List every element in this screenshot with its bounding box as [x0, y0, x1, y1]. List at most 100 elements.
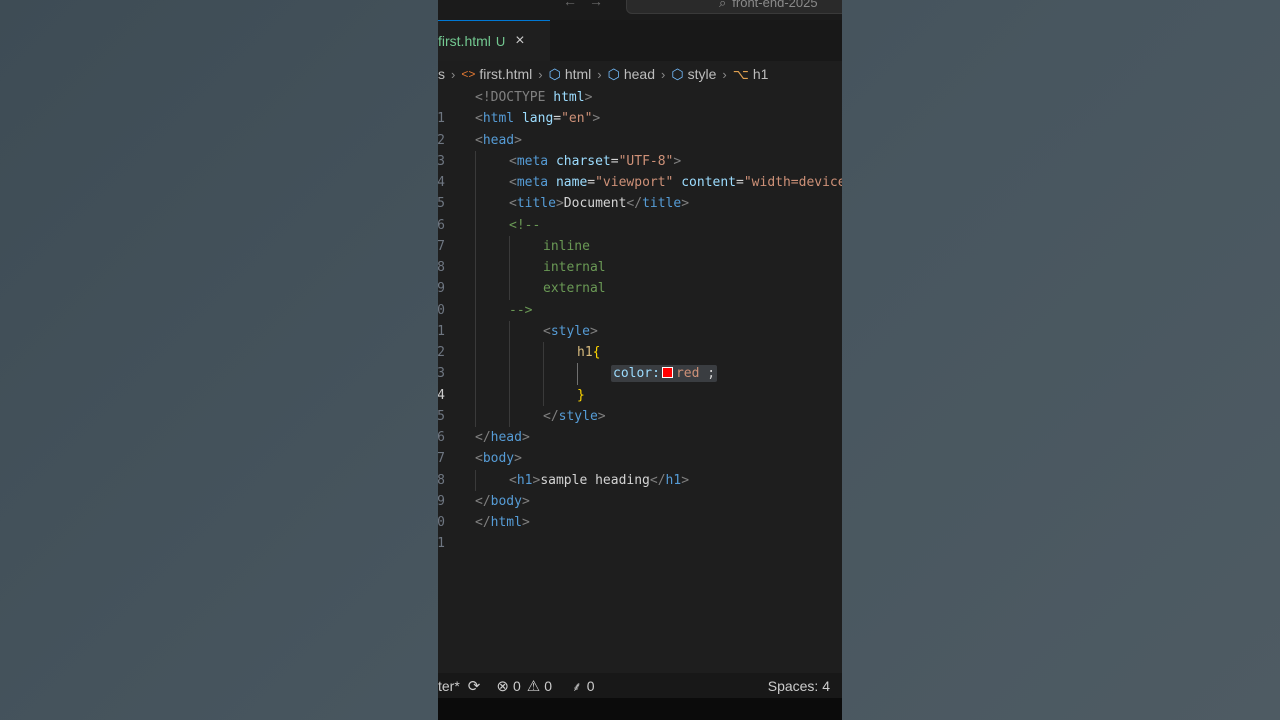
title-bar: ←→ ⌕ front-end-2025 [438, 0, 842, 20]
tag-style: style [550, 323, 590, 339]
code-line: 4 <meta charset="UTF-8"> [438, 150, 842, 190]
tag-body: body [482, 451, 515, 467]
html-file-icon: <> [461, 67, 476, 81]
tag-style-close: style [558, 408, 598, 424]
breadcrumb-file[interactable]: first.html [479, 66, 532, 82]
brace-open: { [592, 345, 601, 360]
close-icon[interactable]: × [515, 33, 524, 49]
code-editor-window: ←→ ⌕ front-end-2025 first.html U × s › <>… [438, 0, 842, 720]
comment-text: internal [543, 260, 606, 275]
nav-arrows[interactable]: ←→ [563, 0, 615, 9]
attr-lang-value: "en" [561, 111, 593, 127]
code-line: 2 <html lang="en"> [438, 108, 842, 147]
code-area[interactable]: 1 <!DOCTYPE html> 2 <html lang="en"> 3 <… [438, 87, 842, 551]
code-line: 15 } [438, 384, 842, 424]
comment-text: external [543, 281, 606, 297]
tag-title: title [516, 196, 556, 212]
selection-highlight: color: red ; [611, 365, 718, 383]
attr-name: name [555, 175, 588, 190]
comment-open: <!-- [509, 217, 541, 233]
code-line: 20 </body> [438, 491, 842, 530]
code-line: 9 internal [438, 257, 842, 296]
line-number: 21 [438, 536, 445, 552]
tag-meta: meta [516, 175, 549, 190]
back-arrow-icon[interactable]: ← [563, 0, 589, 9]
code-line: 16 </style> [438, 405, 842, 445]
tab-title: first.html [438, 33, 491, 49]
attr-content-value: "width=device-width, initial-scale=1.0" [743, 175, 842, 190]
code-line-active: 14 color:red ; [438, 363, 842, 403]
untracked-badge: U [495, 33, 506, 49]
css-selector: h1 [577, 345, 593, 360]
forward-arrow-icon[interactable]: → [589, 0, 615, 9]
breadcrumb-h1[interactable]: h1 [753, 66, 769, 82]
problems-indicator[interactable]: ⊗ 0 ⚠ 0 [496, 677, 552, 695]
breadcrumb: s › <> first.html › ⬡ html › ⬡ head › ⬡ … [438, 63, 842, 85]
tag-h1-close: h1 [665, 472, 682, 488]
tab-first-html[interactable]: first.html U × [438, 20, 550, 61]
brace-close: } [577, 387, 585, 403]
error-count: 0 [512, 677, 521, 694]
error-icon: ⊗ [496, 677, 509, 695]
git-branch[interactable]: ter* [438, 678, 460, 694]
color-swatch-icon[interactable] [661, 367, 673, 379]
tab-bar: first.html U × [438, 20, 842, 61]
command-center[interactable]: ⌕ front-end-2025 [626, 0, 842, 14]
status-bar: ter* ⟳ ⊗ 0 ⚠ 0 ⸙ 0 Spaces: 4 [438, 673, 842, 698]
indentation-setting[interactable]: Spaces: 4 [768, 678, 830, 694]
code-line: 1 <!DOCTYPE html> [438, 87, 842, 126]
code-line: 17 </head> [438, 427, 842, 466]
cube-icon: ⬡ [671, 65, 684, 82]
code-line: 5 <meta name="viewport" content="width=d… [438, 172, 842, 211]
chevron-right-icon: › [722, 66, 727, 82]
h1-text: sample heading [540, 472, 650, 488]
tag-html-close: html [490, 515, 522, 530]
chevron-right-icon: › [451, 66, 456, 82]
warning-count: 0 [544, 677, 552, 694]
css-semicolon: ; [707, 366, 716, 382]
breadcrumb-folder[interactable]: s [438, 66, 445, 82]
breadcrumb-style[interactable]: style [688, 66, 717, 82]
cube-icon: ⬡ [548, 65, 561, 82]
doctype-token: <!DOCTYPE [475, 90, 546, 105]
css-value: red [675, 366, 700, 382]
breadcrumb-head[interactable]: head [624, 66, 655, 82]
title-text: Document [563, 196, 627, 212]
code-line: 7 <!-- [438, 214, 842, 254]
code-line: 12 <style> [438, 320, 842, 360]
tag-html: html [482, 111, 515, 127]
tag-head: head [482, 132, 515, 148]
element-icon: ⌥ [732, 65, 749, 82]
attr-name-value: "viewport" [595, 175, 674, 190]
chevron-right-icon: › [597, 66, 602, 82]
doctype-html-token: html [553, 90, 585, 105]
css-property: color: [613, 366, 660, 382]
code-line: 19 <h1>sample heading</h1> [438, 469, 842, 509]
attr-charset: charset [555, 153, 611, 169]
chevron-right-icon: › [538, 66, 543, 82]
tag-body-close: body [490, 493, 522, 509]
code-line: 3 <head> [438, 130, 842, 169]
comment-text: inline [543, 238, 590, 254]
ports-indicator[interactable]: ⸙ 0 [572, 677, 595, 695]
comment-close: --> [509, 302, 533, 318]
warning-icon: ⚠ [526, 677, 541, 695]
code-line: 8 inline [438, 235, 842, 275]
breadcrumb-html[interactable]: html [565, 66, 591, 82]
cube-icon: ⬡ [607, 65, 620, 82]
tag-title-close: title [642, 196, 682, 212]
ports-count: 0 [586, 677, 595, 694]
code-line: 10 external [438, 278, 842, 318]
code-line: 6 <title>Document</title> [438, 193, 842, 233]
code-line: 21 </html> [438, 512, 842, 551]
code-line: 11 --> [438, 299, 842, 339]
tag-h1: h1 [516, 472, 533, 488]
sync-icon[interactable]: ⟳ [468, 677, 481, 695]
chevron-right-icon: › [661, 66, 666, 82]
attr-lang: lang [521, 111, 554, 127]
bottom-strip [438, 698, 842, 720]
search-icon: ⌕ [719, 0, 727, 10]
command-center-text: front-end-2025 [732, 0, 818, 10]
broadcast-icon: ⸙ [572, 678, 582, 694]
tag-head-close: head [490, 430, 522, 445]
